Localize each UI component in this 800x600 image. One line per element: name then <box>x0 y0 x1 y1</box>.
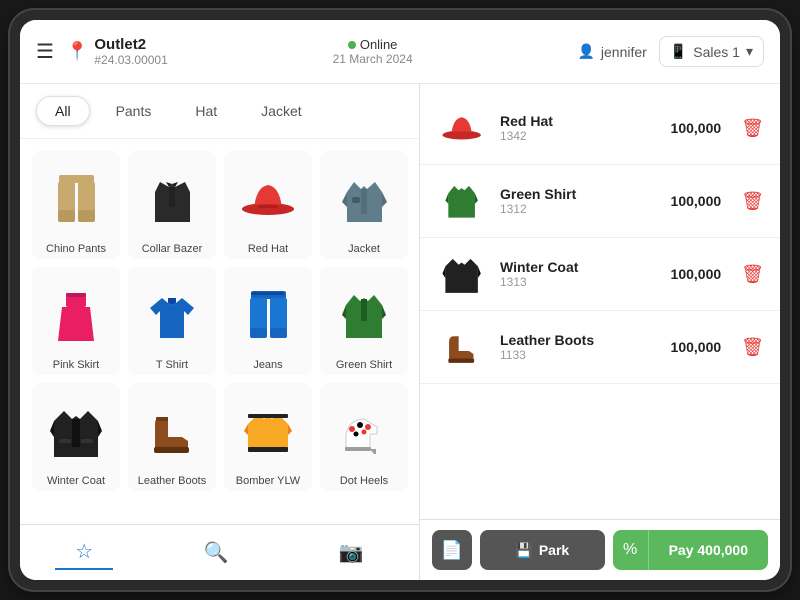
outlet-info: 📍 Outlet2 #24.03.00001 <box>66 36 168 67</box>
order-item-price: 100,000 <box>671 339 722 355</box>
order-item-winter-coat: Winter Coat 1313 100,000 🗑 <box>420 238 780 311</box>
pay-button[interactable]: Pay 400,000 <box>649 530 768 570</box>
order-item-image <box>436 102 488 154</box>
menu-button[interactable]: ☰ <box>36 39 54 64</box>
order-item-name: Green Shirt <box>500 186 659 202</box>
order-item-price: 100,000 <box>671 120 722 136</box>
percent-icon: % <box>623 541 637 558</box>
product-dot-heels[interactable]: Dot Heels <box>320 383 408 491</box>
header-center: Online 21 March 2024 <box>180 37 566 66</box>
user-icon: 👤 <box>577 43 594 60</box>
order-item-image <box>436 175 488 227</box>
park-button[interactable]: 💾 Park <box>480 530 605 570</box>
product-name: T Shirt <box>156 359 188 371</box>
tab-all[interactable]: All <box>36 96 90 126</box>
product-bomber-ylw[interactable]: Bomber YLW <box>224 383 312 491</box>
order-item-info: Green Shirt 1312 <box>500 186 659 216</box>
product-name: Red Hat <box>248 243 288 255</box>
order-item-name: Red Hat <box>500 113 659 129</box>
order-item-code: 1133 <box>500 348 659 362</box>
outlet-code: #24.03.00001 <box>94 53 167 67</box>
bottom-nav: ☆ 🔍 📷 <box>20 524 419 580</box>
delete-red-hat-button[interactable]: 🗑 <box>741 118 764 139</box>
order-item-price: 100,000 <box>671 193 722 209</box>
product-jacket[interactable]: Jacket <box>320 151 408 259</box>
delete-leather-boots-button[interactable]: 🗑 <box>741 337 764 358</box>
order-item-image <box>436 321 488 373</box>
tab-hat[interactable]: Hat <box>177 97 235 125</box>
order-item-red-hat: Red Hat 1342 100,000 🗑 <box>420 92 780 165</box>
product-name: Jacket <box>348 243 380 255</box>
product-tshirt[interactable]: T Shirt <box>128 267 216 375</box>
action-bar: 📄 💾 Park % Pay 400,000 <box>420 519 780 580</box>
online-label: Online <box>360 37 398 52</box>
product-jeans[interactable]: Jeans <box>224 267 312 375</box>
product-name: Dot Heels <box>340 475 388 487</box>
note-button[interactable]: 📄 <box>432 530 472 570</box>
order-item-price: 100,000 <box>671 266 722 282</box>
product-name: Pink Skirt <box>53 359 99 371</box>
delete-green-shirt-button[interactable]: 🗑 <box>741 191 764 212</box>
pay-container: % Pay 400,000 <box>613 530 768 570</box>
tab-jacket[interactable]: Jacket <box>243 97 319 125</box>
product-leather-boots[interactable]: Leather Boots <box>128 383 216 491</box>
percent-button[interactable]: % <box>613 530 649 570</box>
product-red-hat[interactable]: Red Hat <box>224 151 312 259</box>
outlet-icon: 📍 <box>66 41 88 62</box>
user-name: jennifer <box>601 44 647 60</box>
order-item-green-shirt: Green Shirt 1312 100,000 🗑 <box>420 165 780 238</box>
order-item-code: 1312 <box>500 202 659 216</box>
park-label: Park <box>539 542 569 558</box>
device-icon: 📱 <box>670 43 687 60</box>
pay-label: Pay 400,000 <box>669 542 748 558</box>
order-item-name: Winter Coat <box>500 259 659 275</box>
header: ☰ 📍 Outlet2 #24.03.00001 Online 21 March… <box>20 20 780 84</box>
search-icon[interactable]: 🔍 <box>184 536 249 569</box>
order-item-info: Winter Coat 1313 <box>500 259 659 289</box>
product-name: Bomber YLW <box>236 475 300 487</box>
sales-label: Sales 1 <box>693 44 740 60</box>
product-name: Leather Boots <box>138 475 207 487</box>
order-item-code: 1313 <box>500 275 659 289</box>
tab-pants[interactable]: Pants <box>98 97 170 125</box>
main-content: All Pants Hat Jacket <box>20 84 780 580</box>
order-item-info: Red Hat 1342 <box>500 113 659 143</box>
park-icon: 💾 <box>515 542 532 559</box>
order-item-leather-boots: Leather Boots 1133 100,000 🗑 <box>420 311 780 384</box>
product-name: Green Shirt <box>336 359 392 371</box>
outlet-name: Outlet2 <box>94 36 167 53</box>
product-name: Winter Coat <box>47 475 105 487</box>
date-label: 21 March 2024 <box>333 52 413 66</box>
product-name: Chino Pants <box>46 243 106 255</box>
camera-icon[interactable]: 📷 <box>319 536 384 569</box>
order-item-code: 1342 <box>500 129 659 143</box>
product-name: Jeans <box>253 359 282 371</box>
note-icon: 📄 <box>441 540 463 561</box>
order-item-name: Leather Boots <box>500 332 659 348</box>
product-chino-pants[interactable]: Chino Pants <box>32 151 120 259</box>
left-panel: All Pants Hat Jacket <box>20 84 420 580</box>
product-name: Collar Bazer <box>142 243 203 255</box>
order-list: Red Hat 1342 100,000 🗑 <box>420 84 780 519</box>
category-tabs: All Pants Hat Jacket <box>20 84 419 139</box>
order-item-image <box>436 248 488 300</box>
order-item-info: Leather Boots 1133 <box>500 332 659 362</box>
delete-winter-coat-button[interactable]: 🗑 <box>741 264 764 285</box>
sales-selector[interactable]: 📱 Sales 1 ▾ <box>659 36 764 67</box>
products-grid: Chino Pants Collar Bazer <box>20 139 419 524</box>
favorites-icon[interactable]: ☆ <box>55 535 113 570</box>
user-info: 👤 jennifer <box>577 43 646 60</box>
product-green-shirt[interactable]: Green Shirt <box>320 267 408 375</box>
right-panel: Red Hat 1342 100,000 🗑 <box>420 84 780 580</box>
product-collar-bazer[interactable]: Collar Bazer <box>128 151 216 259</box>
online-dot <box>348 41 356 49</box>
header-right: 👤 jennifer 📱 Sales 1 ▾ <box>577 36 764 67</box>
product-winter-coat[interactable]: Winter Coat <box>32 383 120 491</box>
dropdown-arrow: ▾ <box>746 43 753 60</box>
product-pink-skirt[interactable]: Pink Skirt <box>32 267 120 375</box>
